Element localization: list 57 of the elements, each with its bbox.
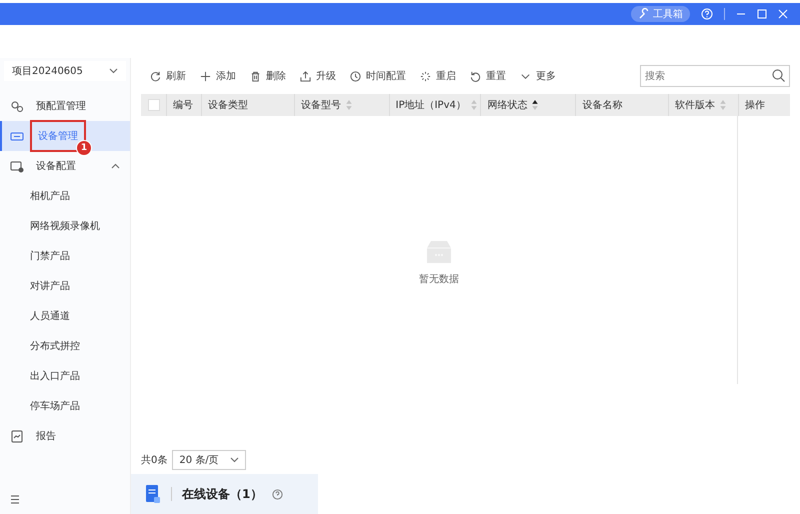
empty-text: 暂无数据 [419, 272, 459, 286]
toolbar-button[interactable]: 更多 [513, 69, 563, 83]
search-icon[interactable] [772, 69, 785, 82]
sidebar-subitem[interactable]: 门禁产品 [0, 241, 130, 271]
undo-icon [470, 70, 481, 82]
sidebar-subitem[interactable]: 人员通道 [0, 301, 130, 331]
item-label: 设备配置 [35, 160, 77, 174]
toolbar-button[interactable]: 升级 [293, 69, 343, 83]
help-icon[interactable] [272, 488, 284, 500]
toolbar-button[interactable]: 删除 [243, 69, 293, 83]
sidebar-subitem[interactable]: 分布式拼控 [0, 331, 130, 361]
total-count: 共0条 [141, 454, 168, 467]
item-label: 预配置管理 [35, 100, 87, 114]
close-icon[interactable] [778, 9, 788, 19]
column-header[interactable]: 软件版本 [668, 94, 738, 116]
chevron-down-icon [109, 68, 118, 74]
column-header[interactable]: IP地址（IPv4） [388, 94, 480, 116]
select-all-checkbox[interactable] [148, 99, 160, 111]
refresh-icon [150, 70, 161, 82]
gears-icon [10, 100, 24, 112]
plus-icon [200, 70, 211, 82]
project-select[interactable]: 项目20240605 [4, 61, 126, 81]
sidebar-subitem[interactable]: 停车场产品 [0, 391, 130, 421]
page-size-select[interactable]: 20 条/页 [172, 450, 246, 470]
sidebar-subitem[interactable]: 网络视频录像机 [0, 211, 130, 241]
sidebar-subitem[interactable]: 相机产品 [0, 181, 130, 211]
device-settings-icon [10, 160, 24, 172]
sidebar-item[interactable]: 报告 [0, 421, 130, 451]
toolbar-button[interactable]: 添加 [193, 69, 243, 83]
sidebar-item[interactable]: 预配置管理 [0, 91, 130, 121]
toolbar-button[interactable]: 重置 [463, 69, 513, 83]
column-header[interactable]: 设备型号 [294, 94, 389, 116]
spinner-icon [420, 70, 431, 82]
item-label: 报告 [35, 430, 57, 444]
toolbar-button[interactable]: 刷新 [143, 69, 193, 83]
menu-icon[interactable] [10, 495, 20, 504]
column-header[interactable]: 编号 [166, 94, 201, 116]
document-icon [145, 484, 161, 504]
column-header[interactable]: 网络状态 [480, 94, 576, 116]
sidebar-subitem[interactable]: 出入口产品 [0, 361, 130, 391]
clock-icon [350, 70, 361, 82]
toolbar-button[interactable]: 时间配置 [343, 69, 413, 83]
online-devices-label: 在线设备（1） [182, 486, 262, 502]
column-header[interactable]: 设备类型 [200, 94, 294, 116]
wrench-icon [638, 8, 650, 20]
maximize-icon[interactable] [757, 9, 767, 19]
upload-icon [300, 70, 311, 82]
sidebar-subitem[interactable]: 对讲产品 [0, 271, 130, 301]
search-field[interactable]: 搜索 [640, 65, 790, 87]
device-icon [10, 130, 24, 142]
chevron-down-icon [230, 457, 240, 463]
column-header[interactable]: 操作 [738, 94, 790, 116]
report-icon [10, 430, 24, 442]
trash-icon [250, 70, 261, 82]
column-header[interactable]: 设备名称 [575, 94, 668, 116]
annotation-badge: 1 [76, 140, 92, 156]
toolbar-button[interactable]: 重启 [413, 69, 463, 83]
